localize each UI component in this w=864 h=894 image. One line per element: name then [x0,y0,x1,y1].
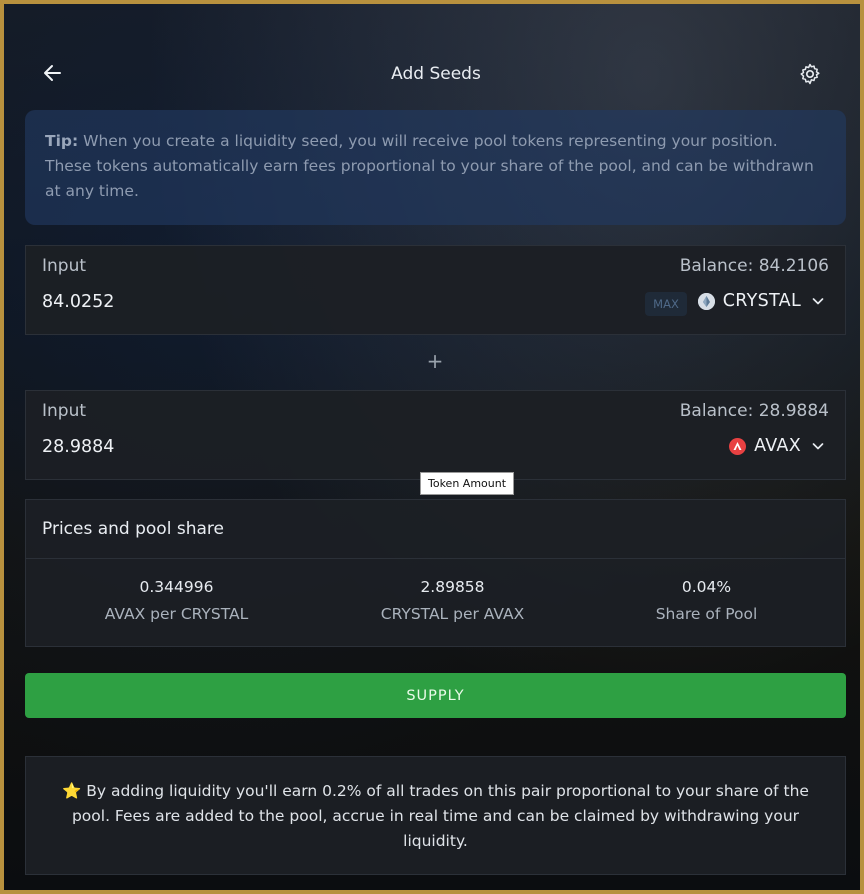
token-input-panel-1: Input Balance: 84.2106 MAX CRYSTAL [25,245,846,335]
plus-icon: + [426,349,444,373]
input-label: Input [42,256,87,276]
tooltip: Token Amount [420,472,515,495]
stat-value: 2.89858 [420,578,485,596]
tip-text: When you create a liquidity seed, you wi… [45,132,814,200]
gear-icon [800,63,820,85]
stat-label: CRYSTAL per AVAX [380,605,525,623]
star-icon: ⭐ [62,782,82,800]
input-label: Input [42,401,87,421]
share-stat: 0.04% Share of Pool [570,578,843,623]
price-stat: 0.344996 AVAX per CRYSTAL [40,578,313,623]
divider [26,558,845,559]
token-name: AVAX [754,436,801,456]
tip-label: Tip: [45,132,79,150]
page-title: Add Seeds [391,64,481,84]
stat-value: 0.04% [681,578,732,596]
supply-button[interactable]: SUPPLY [25,673,846,718]
info-box: ⭐ By adding liquidity you'll earn 0.2% o… [25,756,846,875]
app-frame: Add Seeds Tip: When you create a liquidi… [0,0,864,894]
balance-text: Balance: 28.9884 [679,401,829,421]
token-name: CRYSTAL [722,291,801,311]
amount-input-avax[interactable] [42,437,342,457]
stat-label: Share of Pool [655,605,758,623]
avax-token-icon [729,437,747,455]
stat-label: AVAX per CRYSTAL [104,605,249,623]
tip-box: Tip: When you create a liquidity seed, y… [25,110,846,225]
token-input-panel-2: Input Balance: 28.9884 AVAX [25,390,846,480]
max-button[interactable]: MAX [645,292,687,316]
crystal-token-icon [697,292,715,310]
chevron-down-icon [812,443,824,450]
info-text: By adding liquidity you'll earn 0.2% of … [71,782,809,850]
token-select-crystal[interactable]: CRYSTAL [697,291,825,311]
prices-panel: Prices and pool share 0.344996 AVAX per … [25,499,846,647]
chevron-down-icon [812,298,824,305]
stat-value: 0.344996 [139,578,214,596]
settings-button[interactable] [798,62,824,88]
price-stat: 2.89858 CRYSTAL per AVAX [316,578,589,623]
prices-title: Prices and pool share [42,519,224,539]
amount-input-crystal[interactable] [42,292,342,312]
balance-text: Balance: 84.2106 [679,256,829,276]
token-select-avax[interactable]: AVAX [729,436,825,456]
